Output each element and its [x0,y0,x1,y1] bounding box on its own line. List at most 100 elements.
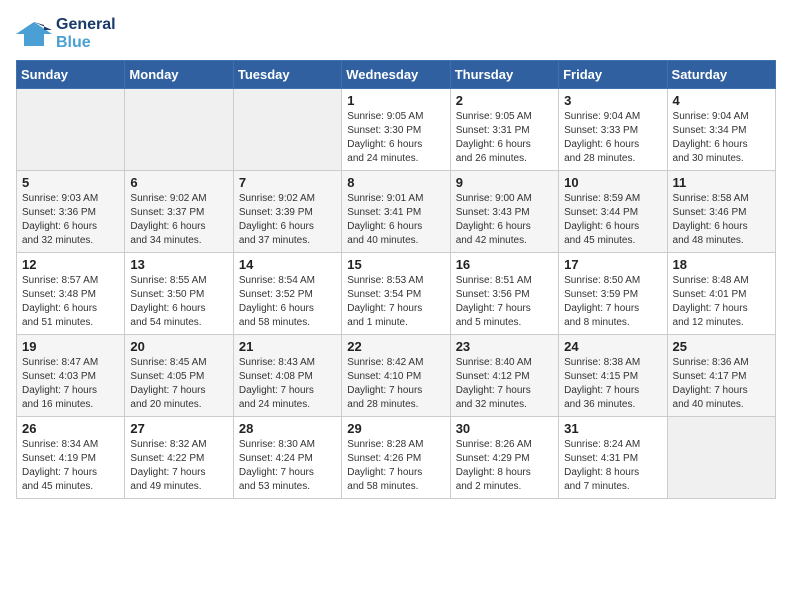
calendar-week-2: 5 Sunrise: 9:03 AM Sunset: 3:36 PM Daylig… [17,171,776,253]
day-number: 12 [22,257,119,272]
day-number: 5 [22,175,119,190]
day-info: Sunrise: 8:47 AM Sunset: 4:03 PM Dayligh… [22,356,119,412]
calendar-cell: 21Sunrise: 8:43 AM Sunset: 4:08 PM Dayli… [233,335,341,417]
calendar-week-5: 26 Sunrise: 8:34 AM Sunset: 4:19 PM Dayli… [17,417,776,499]
calendar-header-row: SundayMondayTuesdayWednesdayThursdayFrid… [17,61,776,89]
calendar-cell: 14 Sunrise: 8:54 AM Sunset: 3:52 PM Dayli… [233,253,341,335]
day-number: 8 [347,175,444,190]
calendar-cell [17,89,125,171]
day-number: 18 [673,257,770,272]
day-header-wednesday: Wednesday [342,61,450,89]
day-number: 16 [456,257,553,272]
calendar-cell: 22Sunrise: 8:42 AM Sunset: 4:10 PM Dayli… [342,335,450,417]
day-info: Sunrise: 9:04 AM Sunset: 3:34 PM Dayligh… [673,110,770,166]
day-number: 4 [673,93,770,108]
day-number: 27 [130,421,227,436]
day-info: Sunrise: 8:38 AM Sunset: 4:15 PM Dayligh… [564,356,661,412]
day-info: Sunrise: 8:51 AM Sunset: 3:56 PM Dayligh… [456,274,553,330]
day-info: Sunrise: 8:26 AM Sunset: 4:29 PM Dayligh… [456,438,553,494]
day-number: 26 [22,421,119,436]
day-info: Sunrise: 8:55 AM Sunset: 3:50 PM Dayligh… [130,274,227,330]
day-number: 19 [22,339,119,354]
day-number: 9 [456,175,553,190]
calendar-cell: 16 Sunrise: 8:51 AM Sunset: 3:56 PM Dayli… [450,253,558,335]
day-number: 31 [564,421,661,436]
day-info: Sunrise: 9:02 AM Sunset: 3:37 PM Dayligh… [130,192,227,248]
logo-icon [16,20,52,48]
calendar-cell: 25 Sunrise: 8:36 AM Sunset: 4:17 PM Dayli… [667,335,775,417]
calendar-cell: 11 Sunrise: 8:58 AM Sunset: 3:46 PM Dayli… [667,171,775,253]
calendar-cell: 6Sunrise: 9:02 AM Sunset: 3:37 PM Daylig… [125,171,233,253]
day-info: Sunrise: 8:36 AM Sunset: 4:17 PM Dayligh… [673,356,770,412]
day-info: Sunrise: 8:40 AM Sunset: 4:12 PM Dayligh… [456,356,553,412]
day-header-saturday: Saturday [667,61,775,89]
calendar-cell: 12 Sunrise: 8:57 AM Sunset: 3:48 PM Dayli… [17,253,125,335]
day-info: Sunrise: 8:54 AM Sunset: 3:52 PM Dayligh… [239,274,336,330]
day-number: 1 [347,93,444,108]
day-info: Sunrise: 8:32 AM Sunset: 4:22 PM Dayligh… [130,438,227,494]
day-number: 11 [673,175,770,190]
calendar-cell: 3 Sunrise: 9:04 AM Sunset: 3:33 PM Daylig… [559,89,667,171]
day-number: 20 [130,339,227,354]
calendar-cell: 1 Sunrise: 9:05 AM Sunset: 3:30 PM Daylig… [342,89,450,171]
calendar-cell: 31 Sunrise: 8:24 AM Sunset: 4:31 PM Dayli… [559,417,667,499]
day-info: Sunrise: 9:02 AM Sunset: 3:39 PM Dayligh… [239,192,336,248]
day-info: Sunrise: 9:00 AM Sunset: 3:43 PM Dayligh… [456,192,553,248]
day-number: 3 [564,93,661,108]
day-info: Sunrise: 9:05 AM Sunset: 3:31 PM Dayligh… [456,110,553,166]
calendar-cell: 7Sunrise: 9:02 AM Sunset: 3:39 PM Daylig… [233,171,341,253]
day-number: 29 [347,421,444,436]
day-info: Sunrise: 8:53 AM Sunset: 3:54 PM Dayligh… [347,274,444,330]
day-info: Sunrise: 8:24 AM Sunset: 4:31 PM Dayligh… [564,438,661,494]
day-info: Sunrise: 8:48 AM Sunset: 4:01 PM Dayligh… [673,274,770,330]
calendar-cell: 2 Sunrise: 9:05 AM Sunset: 3:31 PM Daylig… [450,89,558,171]
calendar-cell: 18 Sunrise: 8:48 AM Sunset: 4:01 PM Dayli… [667,253,775,335]
day-info: Sunrise: 9:03 AM Sunset: 3:36 PM Dayligh… [22,192,119,248]
calendar-cell: 26 Sunrise: 8:34 AM Sunset: 4:19 PM Dayli… [17,417,125,499]
day-number: 28 [239,421,336,436]
calendar-week-3: 12 Sunrise: 8:57 AM Sunset: 3:48 PM Dayli… [17,253,776,335]
calendar-cell: 20 Sunrise: 8:45 AM Sunset: 4:05 PM Dayli… [125,335,233,417]
calendar-cell: 13 Sunrise: 8:55 AM Sunset: 3:50 PM Dayli… [125,253,233,335]
day-info: Sunrise: 8:43 AM Sunset: 4:08 PM Dayligh… [239,356,336,412]
day-number: 22 [347,339,444,354]
day-info: Sunrise: 8:45 AM Sunset: 4:05 PM Dayligh… [130,356,227,412]
day-number: 10 [564,175,661,190]
calendar-cell [667,417,775,499]
day-header-friday: Friday [559,61,667,89]
day-header-thursday: Thursday [450,61,558,89]
day-number: 24 [564,339,661,354]
day-info: Sunrise: 8:57 AM Sunset: 3:48 PM Dayligh… [22,274,119,330]
day-info: Sunrise: 9:04 AM Sunset: 3:33 PM Dayligh… [564,110,661,166]
calendar-cell: 8 Sunrise: 9:01 AM Sunset: 3:41 PM Daylig… [342,171,450,253]
calendar-cell: 24 Sunrise: 8:38 AM Sunset: 4:15 PM Dayli… [559,335,667,417]
day-number: 13 [130,257,227,272]
calendar-week-1: 1 Sunrise: 9:05 AM Sunset: 3:30 PM Daylig… [17,89,776,171]
day-info: Sunrise: 8:58 AM Sunset: 3:46 PM Dayligh… [673,192,770,248]
calendar-cell: 15 Sunrise: 8:53 AM Sunset: 3:54 PM Dayli… [342,253,450,335]
calendar-cell: 23Sunrise: 8:40 AM Sunset: 4:12 PM Dayli… [450,335,558,417]
day-header-tuesday: Tuesday [233,61,341,89]
day-info: Sunrise: 8:30 AM Sunset: 4:24 PM Dayligh… [239,438,336,494]
logo-text: General Blue [56,16,116,52]
day-number: 30 [456,421,553,436]
calendar-cell: 9 Sunrise: 9:00 AM Sunset: 3:43 PM Daylig… [450,171,558,253]
calendar-cell: 5 Sunrise: 9:03 AM Sunset: 3:36 PM Daylig… [17,171,125,253]
day-header-sunday: Sunday [17,61,125,89]
day-info: Sunrise: 9:05 AM Sunset: 3:30 PM Dayligh… [347,110,444,166]
calendar-week-4: 19 Sunrise: 8:47 AM Sunset: 4:03 PM Dayli… [17,335,776,417]
calendar-cell: 10 Sunrise: 8:59 AM Sunset: 3:44 PM Dayli… [559,171,667,253]
day-info: Sunrise: 9:01 AM Sunset: 3:41 PM Dayligh… [347,192,444,248]
day-header-monday: Monday [125,61,233,89]
calendar-cell [125,89,233,171]
calendar-cell: 17Sunrise: 8:50 AM Sunset: 3:59 PM Dayli… [559,253,667,335]
day-number: 25 [673,339,770,354]
calendar-cell: 28 Sunrise: 8:30 AM Sunset: 4:24 PM Dayli… [233,417,341,499]
day-info: Sunrise: 8:50 AM Sunset: 3:59 PM Dayligh… [564,274,661,330]
calendar-cell [233,89,341,171]
day-info: Sunrise: 8:34 AM Sunset: 4:19 PM Dayligh… [22,438,119,494]
day-info: Sunrise: 8:59 AM Sunset: 3:44 PM Dayligh… [564,192,661,248]
day-number: 15 [347,257,444,272]
day-number: 14 [239,257,336,272]
day-number: 2 [456,93,553,108]
